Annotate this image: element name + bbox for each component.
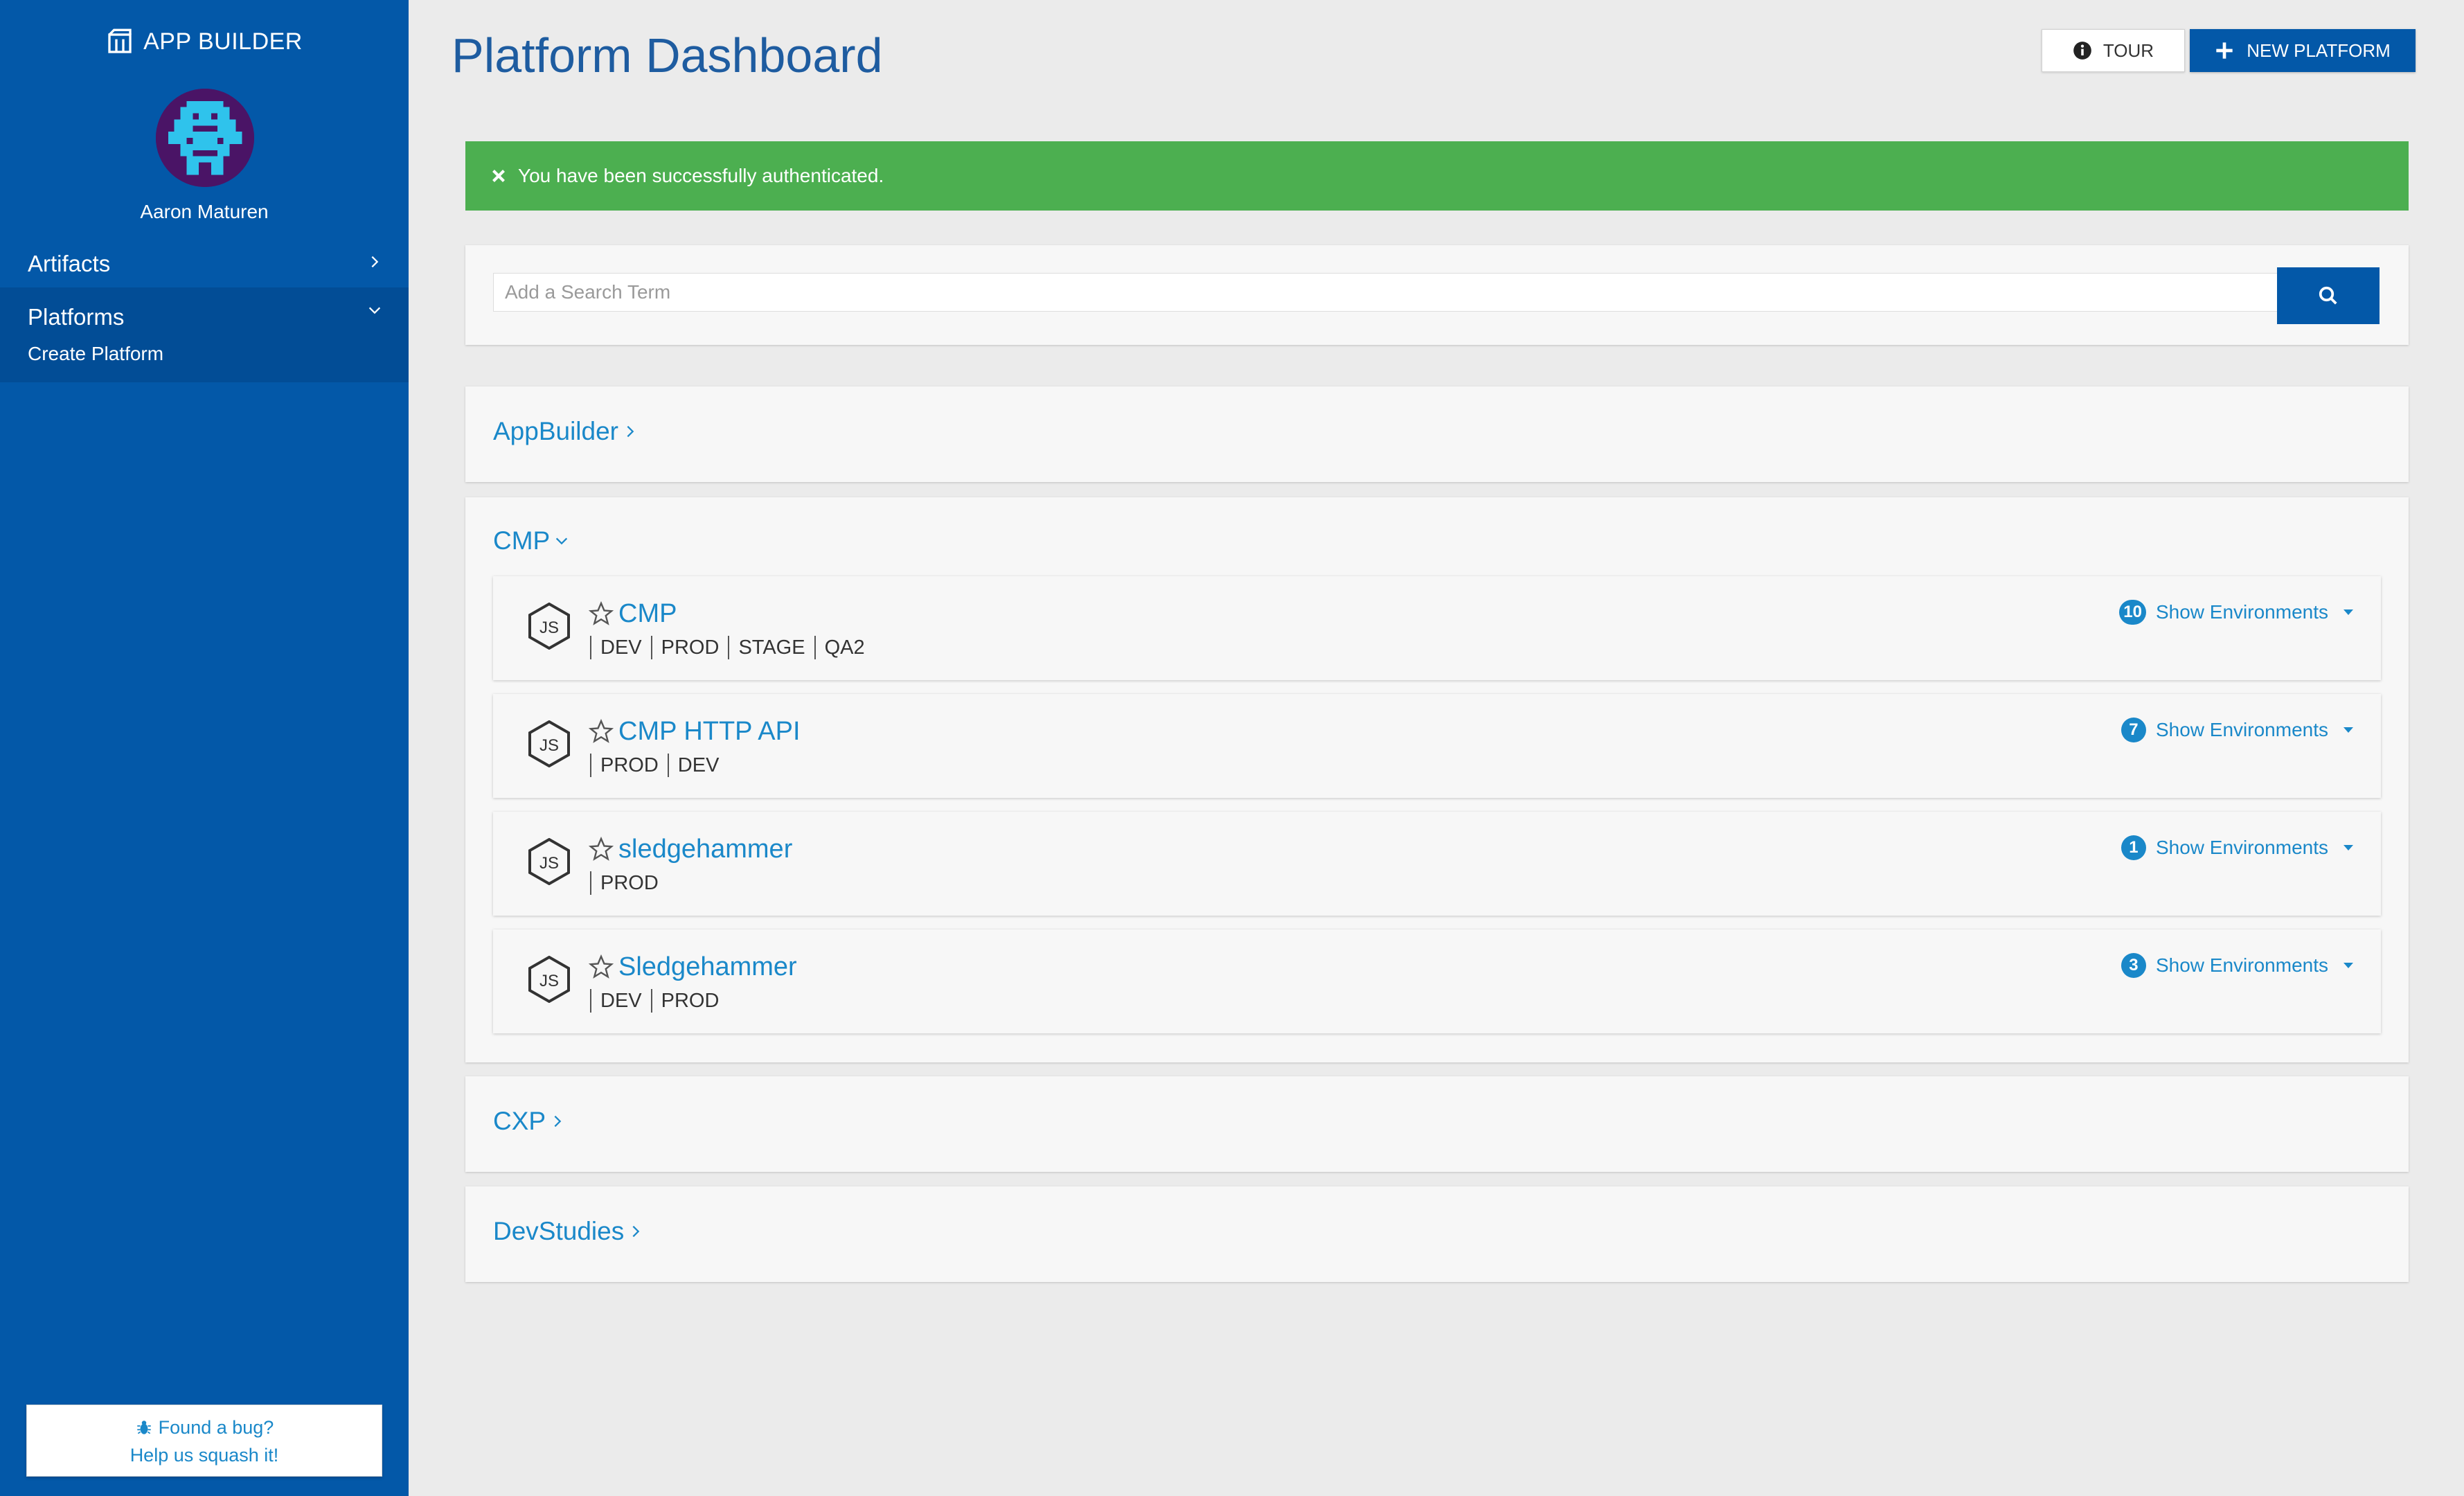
platform-group-devstudies: DevStudies: [465, 1186, 2409, 1282]
environment-list: DEV PROD: [590, 989, 728, 1013]
bug-line-2: Help us squash it!: [130, 1445, 279, 1466]
show-environments-label: Show Environments: [2155, 954, 2328, 976]
env-tag[interactable]: PROD: [590, 871, 668, 895]
bug-line-1: Found a bug?: [158, 1417, 274, 1438]
group-title: CXP: [493, 1107, 546, 1135]
star-icon[interactable]: [589, 719, 614, 744]
caret-down-icon: [2344, 727, 2353, 733]
chevron-right-icon: [632, 1225, 640, 1238]
svg-text:JS: JS: [539, 972, 559, 990]
new-platform-button[interactable]: NEW PLATFORM: [2190, 29, 2416, 72]
success-alert: You have been successfully authenticated…: [465, 141, 2409, 211]
group-toggle-appbuilder[interactable]: AppBuilder: [493, 417, 638, 446]
group-title: DevStudies: [493, 1217, 625, 1245]
show-environments-toggle[interactable]: 1 Show Environments: [2121, 835, 2353, 860]
search-card: [465, 245, 2409, 345]
platform-card: JS Sledgehammer DEV PROD 3 Show Environm…: [493, 929, 2381, 1033]
caret-down-icon: [2344, 609, 2353, 615]
tour-label: TOUR: [2103, 39, 2154, 61]
platform-name-link[interactable]: CMP: [618, 599, 677, 629]
search-input[interactable]: [493, 273, 2278, 312]
plus-icon: [2216, 42, 2233, 59]
info-icon: [2073, 42, 2091, 60]
sidebar-item-label: Artifacts: [28, 251, 111, 276]
show-environments-toggle[interactable]: 10 Show Environments: [2119, 600, 2353, 625]
brand[interactable]: APP BUILDER: [0, 28, 409, 55]
star-icon[interactable]: [589, 837, 614, 862]
chevron-down-icon: [368, 307, 381, 314]
svg-text:JS: JS: [539, 854, 559, 873]
sidebar-platforms-section: Platforms Create Platform: [0, 287, 409, 382]
show-environments-label: Show Environments: [2155, 837, 2328, 858]
close-icon[interactable]: [492, 169, 506, 183]
show-environments-toggle[interactable]: 3 Show Environments: [2121, 953, 2353, 978]
svg-text:JS: JS: [539, 618, 559, 637]
show-environments-label: Show Environments: [2155, 719, 2328, 740]
env-tag[interactable]: PROD: [650, 989, 729, 1013]
group-toggle-cmp[interactable]: CMP: [493, 526, 569, 555]
env-tag[interactable]: PROD: [650, 636, 729, 659]
env-tag[interactable]: DEV: [590, 636, 651, 659]
env-count-badge: 3: [2121, 953, 2146, 978]
nodejs-icon: JS: [528, 956, 570, 1003]
env-tag[interactable]: QA2: [814, 636, 874, 659]
brand-title: APP BUILDER: [143, 28, 303, 55]
env-count-badge: 7: [2121, 718, 2146, 742]
environment-list: PROD DEV: [590, 754, 728, 777]
chevron-right-icon: [627, 425, 634, 438]
chevron-right-icon: [371, 256, 379, 268]
env-tag[interactable]: DEV: [590, 989, 651, 1013]
group-title: CMP: [493, 526, 551, 555]
env-count-badge: 10: [2119, 600, 2146, 625]
show-environments-label: Show Environments: [2155, 601, 2328, 623]
nodejs-icon: JS: [528, 838, 570, 885]
box-icon: [108, 28, 132, 53]
platform-group-appbuilder: AppBuilder: [465, 386, 2409, 482]
platform-card: JS CMP HTTP API PROD DEV 7 Show Environm…: [493, 694, 2381, 798]
search-icon: [2319, 286, 2337, 305]
sidebar-item-label: Platforms: [28, 304, 125, 330]
group-title: AppBuilder: [493, 417, 619, 445]
star-icon[interactable]: [589, 954, 614, 979]
sidebar-item-create-platform[interactable]: Create Platform: [28, 343, 163, 365]
user-name[interactable]: Aaron Maturen: [0, 201, 409, 223]
avatar[interactable]: [156, 89, 254, 187]
show-environments-toggle[interactable]: 7 Show Environments: [2121, 718, 2353, 742]
platform-group-cxp: CXP: [465, 1076, 2409, 1172]
chevron-down-icon: [556, 537, 568, 545]
env-tag[interactable]: PROD: [590, 754, 668, 777]
platform-card: JS CMP DEV PROD STAGE QA2 10 Show Enviro…: [493, 576, 2381, 680]
platform-name-link[interactable]: sledgehammer: [618, 835, 792, 864]
group-toggle-cxp[interactable]: CXP: [493, 1107, 565, 1136]
env-tag[interactable]: DEV: [667, 754, 729, 777]
env-tag[interactable]: STAGE: [728, 636, 814, 659]
search-button[interactable]: [2277, 267, 2380, 324]
star-icon[interactable]: [589, 601, 614, 626]
sidebar: APP BUILDER Aaron Maturen Artifacts Plat…: [0, 0, 409, 1496]
env-count-badge: 1: [2121, 835, 2146, 860]
new-platform-label: NEW PLATFORM: [2247, 39, 2391, 61]
report-bug-button[interactable]: Found a bug? Help us squash it!: [26, 1405, 382, 1477]
nodejs-icon: JS: [528, 720, 570, 767]
caret-down-icon: [2344, 845, 2353, 851]
group-toggle-devstudies[interactable]: DevStudies: [493, 1217, 643, 1246]
platform-group-cmp: CMP JS CMP DEV PROD STAGE QA2 10 Show En…: [465, 497, 2409, 1062]
nodejs-icon: JS: [528, 603, 570, 650]
sidebar-item-artifacts[interactable]: Artifacts: [0, 239, 409, 289]
bug-icon: [136, 1421, 151, 1434]
caret-down-icon: [2344, 963, 2353, 968]
environment-list: DEV PROD STAGE QA2: [590, 636, 874, 659]
alert-message: You have been successfully authenticated…: [518, 165, 884, 186]
chevron-right-icon: [554, 1115, 562, 1128]
svg-text:JS: JS: [539, 736, 559, 755]
environment-list: PROD: [590, 871, 668, 895]
tour-button[interactable]: TOUR: [2042, 29, 2185, 72]
sidebar-item-platforms[interactable]: Platforms: [0, 287, 409, 347]
platform-name-link[interactable]: Sledgehammer: [618, 952, 797, 982]
platform-card: JS sledgehammer PROD 1 Show Environments: [493, 812, 2381, 916]
platform-name-link[interactable]: CMP HTTP API: [618, 717, 801, 747]
page-title: Platform Dashboard: [452, 28, 883, 82]
